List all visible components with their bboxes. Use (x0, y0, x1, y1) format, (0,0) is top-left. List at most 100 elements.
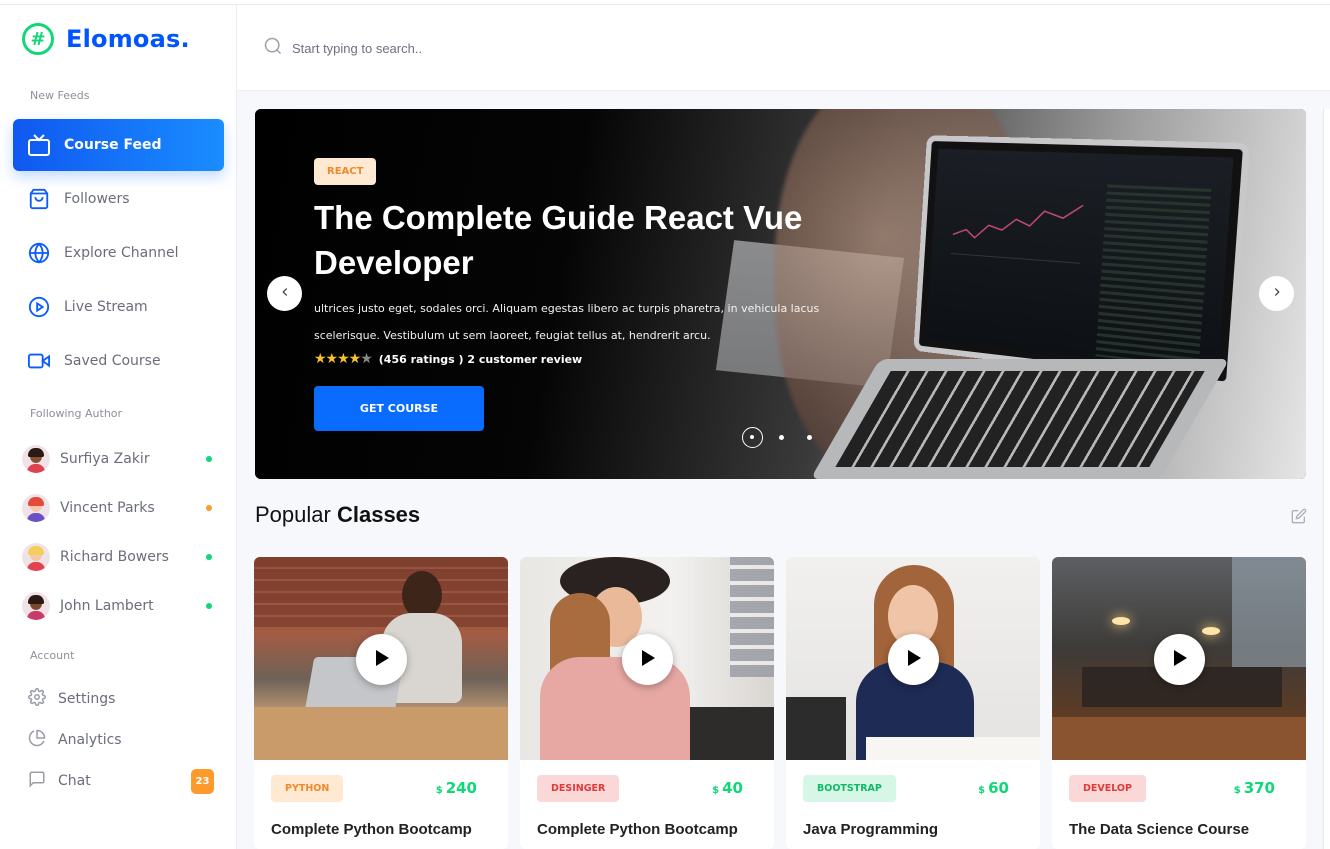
currency-symbol: $ (435, 785, 443, 796)
rating-text: (456 ratings ) 2 customer review (378, 352, 583, 366)
course-category-badge: DESINGER (537, 775, 620, 802)
author-item[interactable]: Surfiya Zakir (22, 444, 222, 474)
account-item-analytics[interactable]: Analytics (28, 726, 214, 754)
course-thumbnail[interactable] (786, 557, 1040, 760)
pie-chart-icon (28, 729, 46, 751)
section-title-following-author: Following Author (30, 407, 123, 420)
section-title-new-feeds: New Feeds (30, 89, 90, 102)
play-button[interactable] (356, 634, 407, 685)
logo-icon: # (22, 23, 54, 55)
chevron-right-icon (1270, 284, 1284, 303)
status-dot (206, 505, 212, 511)
play-icon (1173, 649, 1187, 670)
author-item[interactable]: Richard Bowers (22, 542, 222, 572)
course-price: $240 (436, 779, 477, 797)
prev-slide-button[interactable] (267, 276, 302, 311)
search-icon (263, 36, 283, 60)
status-dot (206, 603, 212, 609)
slide-dot-1[interactable] (742, 427, 763, 448)
price-value: 240 (445, 779, 477, 797)
play-button[interactable] (622, 634, 673, 685)
course-thumbnail[interactable] (1052, 557, 1306, 760)
currency-symbol: $ (978, 785, 986, 796)
header (237, 5, 1330, 91)
course-card[interactable]: BOOTSTRAP $60 Java Programming (786, 557, 1040, 849)
chat-count-badge: 23 (191, 768, 214, 794)
right-panel-edge (1323, 109, 1330, 849)
slide-indicators (742, 427, 835, 448)
course-thumbnail[interactable] (254, 557, 508, 760)
course-category-badge: PYTHON (271, 775, 344, 802)
course-card[interactable]: PYTHON $240 Complete Python Bootcamp (254, 557, 508, 849)
status-dot (206, 456, 212, 462)
avatar (22, 445, 50, 473)
account-item-settings[interactable]: Settings (28, 685, 214, 713)
course-title[interactable]: Complete Python Bootcamp (271, 821, 472, 838)
sidebar-item-saved-course[interactable]: Saved Course (13, 335, 224, 387)
title-bold: Classes (336, 502, 421, 527)
course-thumbnail[interactable] (520, 557, 774, 760)
hero-banner: REACT The Complete Guide React Vue Devel… (255, 109, 1306, 479)
course-price: $370 (1234, 779, 1275, 797)
course-price: $60 (978, 779, 1009, 797)
play-icon (641, 649, 655, 670)
price-value: 40 (722, 779, 743, 797)
sidebar-item-label: Course Feed (64, 137, 162, 153)
video-camera-icon (27, 349, 51, 373)
next-slide-button[interactable] (1259, 276, 1294, 311)
section-title-popular-classes: Popular Classes (255, 502, 420, 528)
banner-image-laptop (913, 135, 1251, 389)
edit-icon[interactable] (1291, 508, 1307, 528)
sidebar-item-live-stream[interactable]: Live Stream (13, 281, 224, 333)
course-card[interactable]: DEVELOP $370 The Data Science Course (1052, 557, 1306, 849)
author-name: John Lambert (60, 598, 154, 614)
slide-dot-3[interactable] (807, 435, 812, 440)
slide-dot-2[interactable] (779, 435, 784, 440)
price-value: 370 (1243, 779, 1275, 797)
avatar (22, 592, 50, 620)
play-circle-icon (27, 295, 51, 319)
avatar (22, 543, 50, 571)
author-name: Richard Bowers (60, 549, 169, 565)
account-item-label: Settings (58, 691, 116, 707)
chat-icon (28, 770, 46, 792)
play-button[interactable] (888, 634, 939, 685)
get-course-button[interactable]: GET COURSE (314, 386, 484, 431)
banner-category-tag: REACT (314, 158, 377, 185)
course-title[interactable]: Complete Python Bootcamp (537, 821, 738, 838)
sidebar-item-followers[interactable]: Followers (13, 173, 224, 225)
chevron-left-icon (278, 284, 292, 303)
sidebar-item-explore-channel[interactable]: Explore Channel (13, 227, 224, 279)
status-dot (206, 554, 212, 560)
logo[interactable]: # Elomoas. (22, 23, 190, 55)
author-item[interactable]: Vincent Parks (22, 493, 222, 523)
search-bar[interactable] (263, 36, 592, 60)
course-card[interactable]: DESINGER $40 Complete Python Bootcamp (520, 557, 774, 849)
sidebar-item-course-feed[interactable]: Course Feed (13, 119, 224, 171)
banner-image-keyboard (810, 359, 1230, 479)
play-icon (375, 649, 389, 670)
play-button[interactable] (1154, 634, 1205, 685)
course-title[interactable]: Java Programming (803, 821, 938, 838)
currency-symbol: $ (1233, 785, 1241, 796)
logo-text: Elomoas. (66, 25, 190, 53)
banner-rating: ★★★★★ (456 ratings ) 2 customer review (314, 351, 582, 367)
author-name: Vincent Parks (60, 500, 155, 516)
course-price: $40 (712, 779, 743, 797)
sidebar-item-label: Followers (64, 191, 130, 207)
sidebar: # Elomoas. New Feeds Course Feed Followe… (0, 5, 237, 849)
globe-icon (27, 241, 51, 265)
course-category-badge: BOOTSTRAP (803, 775, 896, 802)
author-item[interactable]: John Lambert (22, 591, 222, 621)
sidebar-item-label: Explore Channel (64, 245, 179, 261)
search-input[interactable] (292, 40, 592, 56)
account-item-chat[interactable]: Chat 23 (28, 767, 214, 795)
account-item-label: Analytics (58, 732, 122, 748)
course-title[interactable]: The Data Science Course (1069, 821, 1249, 838)
gear-icon (28, 688, 46, 710)
tv-icon (27, 133, 51, 157)
course-category-badge: DEVELOP (1069, 775, 1146, 802)
sidebar-item-label: Saved Course (64, 353, 161, 369)
price-value: 60 (988, 779, 1009, 797)
avatar (22, 494, 50, 522)
